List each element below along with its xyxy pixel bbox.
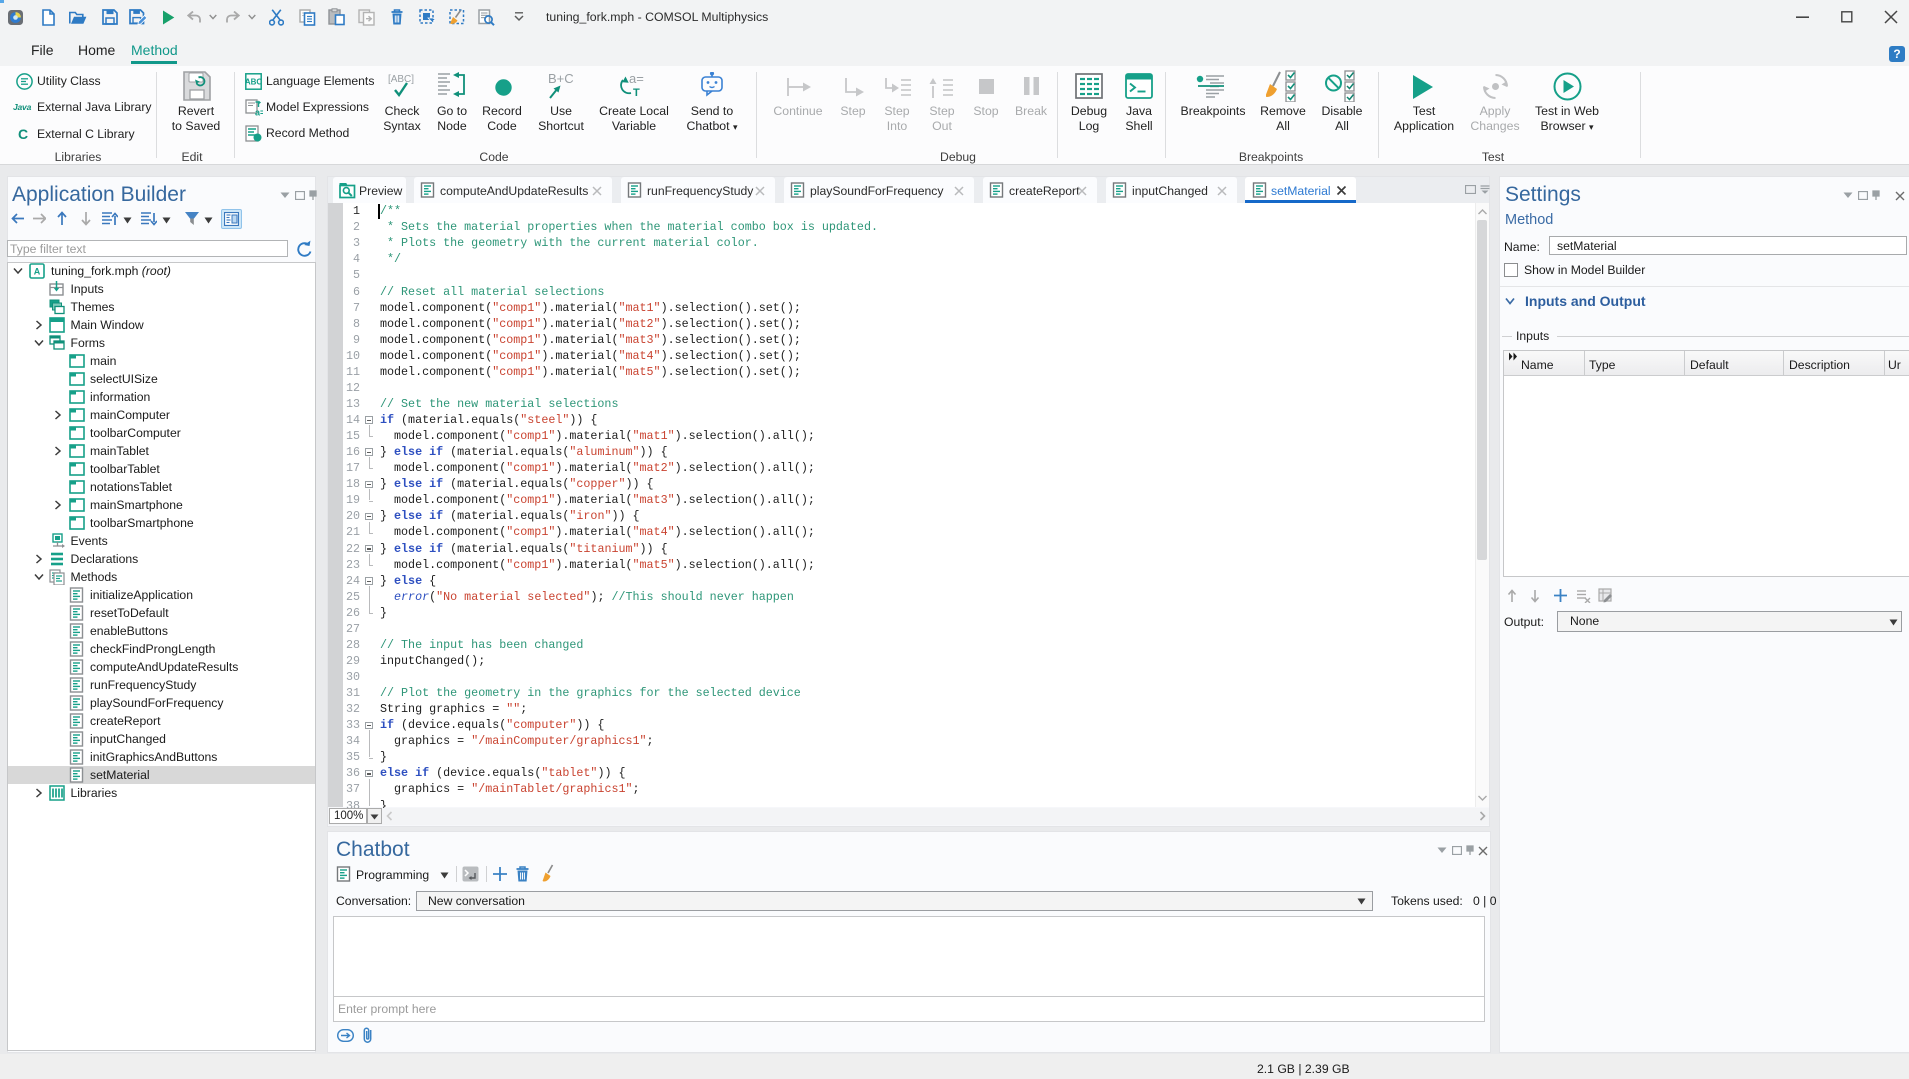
svg-text:A: A: [34, 266, 41, 276]
svg-text:a=: a=: [255, 108, 263, 118]
svg-text:T: T: [633, 87, 640, 99]
svg-text:ABC: ABC: [245, 78, 262, 87]
svg-text:[ABC]: [ABC]: [388, 74, 414, 85]
svg-text:a=: a=: [629, 72, 644, 86]
svg-text:B+C: B+C: [548, 73, 574, 86]
